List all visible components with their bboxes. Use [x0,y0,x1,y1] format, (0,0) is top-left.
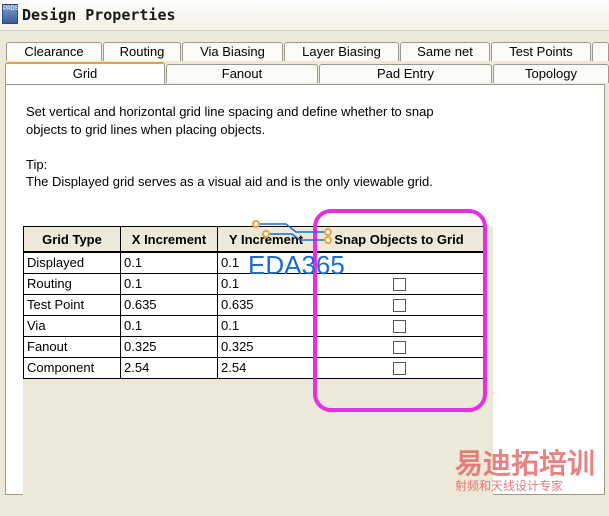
x-increment-cell[interactable]: 0.1 [120,251,218,274]
tab-same-net[interactable]: Same net [400,42,490,61]
x-increment-cell[interactable]: 0.635 [120,293,218,316]
x-increment-cell[interactable]: 0.1 [120,272,218,295]
eda365-watermark: EDA365 [248,250,345,280]
cn-watermark-main: 易迪拓培训 [455,447,596,480]
tab-grid[interactable]: Grid [5,62,165,84]
window-title: Design Properties [22,6,176,24]
tab-fanout[interactable]: Fanout [166,64,318,83]
panel-description: Set vertical and horizontal grid line sp… [26,103,586,139]
tip-label: Tip: [26,157,48,172]
tab-via-biasing[interactable]: Via Biasing [182,42,283,61]
tab-routing[interactable]: Routing [103,42,181,61]
tab-topology[interactable]: Topology [493,64,609,83]
tab-layer-biasing[interactable]: Layer Biasing [284,42,399,61]
grid-type-cell: Via [23,314,121,337]
description-line-2: objects to grid lines when placing objec… [26,122,266,137]
grid-type-cell: Routing [23,272,121,295]
y-increment-cell[interactable]: 0.1 [217,314,315,337]
app-icon: PADS [2,4,19,24]
x-increment-cell[interactable]: 0.1 [120,314,218,337]
title-bar: PADS Design Properties [0,0,609,31]
grid-type-cell: Fanout [23,335,121,358]
description-line-1: Set vertical and horizontal grid line sp… [26,104,434,119]
tab-pad-entry[interactable]: Pad Entry [319,64,492,83]
tab-test-points[interactable]: Test Points [491,42,591,61]
grid-type-cell: Component [23,356,121,379]
header-x-increment: X Increment [120,226,218,253]
tip-block: Tip: The Displayed grid serves as a visu… [26,156,586,190]
cn-watermark-sub: 射频和天线设计专家 [455,479,564,493]
tab-clearance[interactable]: Clearance [6,42,102,61]
tip-text: The Displayed grid serves as a visual ai… [26,174,433,189]
tab-overflow[interactable] [592,42,609,61]
grid-panel: Set vertical and horizontal grid line sp… [5,84,605,516]
x-increment-cell[interactable]: 0.325 [120,335,218,358]
header-grid-type: Grid Type [23,226,121,253]
eda-logo-lines [252,220,332,244]
x-increment-cell[interactable]: 2.54 [120,356,218,379]
grid-type-cell: Displayed [23,251,121,274]
y-increment-cell[interactable]: 2.54 [217,356,315,379]
y-increment-cell[interactable]: 0.325 [217,335,315,358]
y-increment-cell[interactable]: 0.635 [217,293,315,316]
grid-type-cell: Test Point [23,293,121,316]
